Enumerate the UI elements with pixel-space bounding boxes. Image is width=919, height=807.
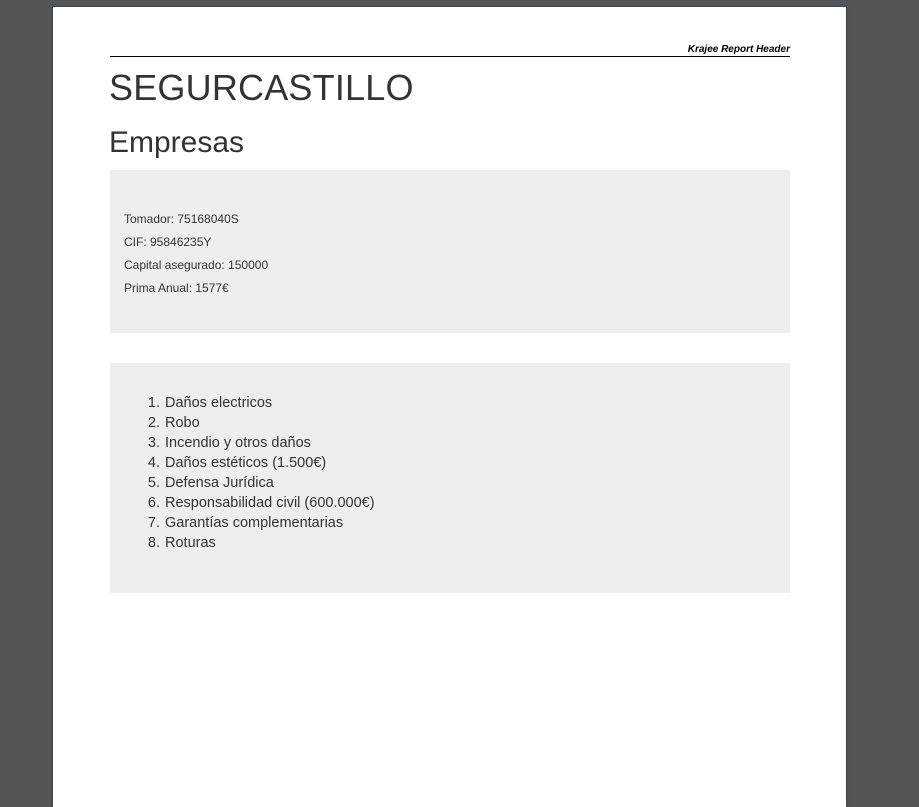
coverage-item: Responsabilidad civil (600.000€) — [164, 493, 790, 513]
insured-capital-line: Capital asegurado: 150000 — [124, 258, 269, 272]
company-title: SEGURCASTILLO — [109, 67, 414, 108]
coverage-item: Robo — [164, 413, 790, 433]
coverage-item: Defensa Jurídica — [164, 473, 790, 493]
section-title: Empresas — [109, 126, 245, 159]
coverage-item: Daños estéticos (1.500€) — [164, 453, 790, 473]
policyholder-line: Tomador: 75168040S — [124, 212, 239, 226]
coverage-item: Daños electricos — [164, 393, 790, 413]
annual-premium-line: Prima Anual: 1577€ — [124, 281, 229, 295]
pdf-page: Krajee Report Header SEGURCASTILLO Empre… — [53, 7, 846, 807]
policy-info-panel: Tomador: 75168040S CIF: 95846235Y Capita… — [110, 170, 790, 333]
coverage-item: Roturas — [164, 533, 790, 553]
coverage-list: Daños electricos Robo Incendio y otros d… — [110, 393, 790, 553]
coverage-item: Garantías complementarias — [164, 513, 790, 533]
cif-line: CIF: 95846235Y — [124, 235, 212, 249]
coverage-panel: Daños electricos Robo Incendio y otros d… — [110, 363, 790, 593]
report-header: Krajee Report Header — [110, 43, 790, 57]
coverage-item: Incendio y otros daños — [164, 433, 790, 453]
